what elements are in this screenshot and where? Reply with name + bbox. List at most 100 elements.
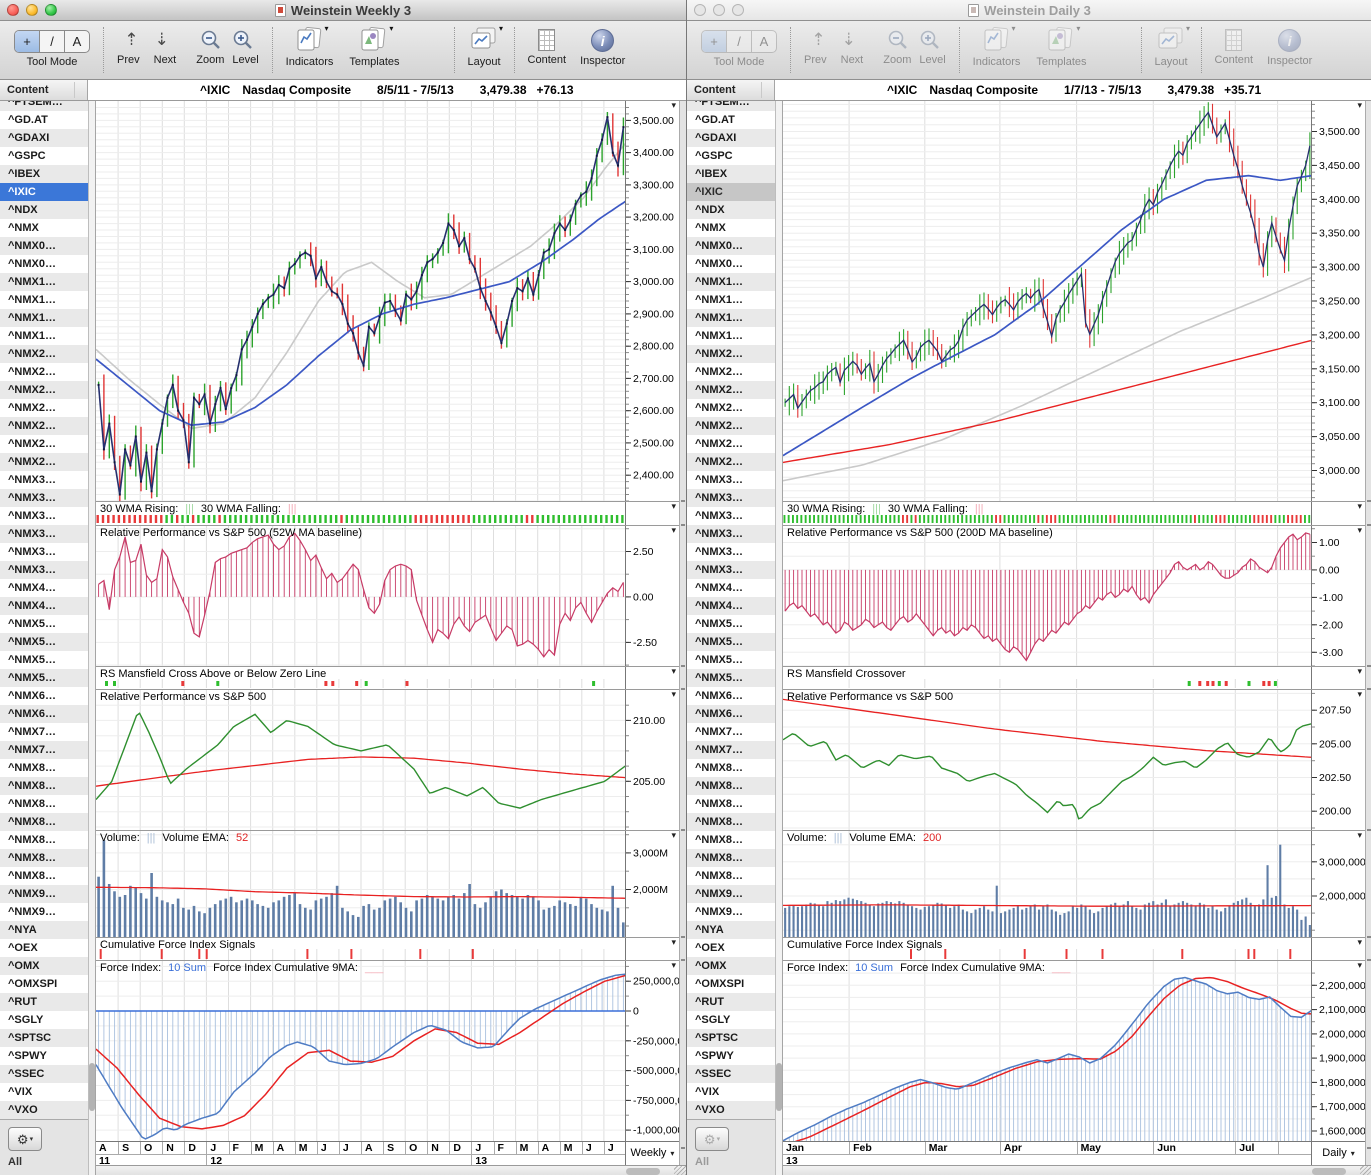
panel-divider-handle[interactable]: [681, 959, 685, 961]
sidebar-item-nmx9[interactable]: ^NMX9…: [0, 885, 88, 903]
sidebar-item-sptsc[interactable]: ^SPTSC: [687, 1029, 775, 1047]
sidebar-item-nmx8[interactable]: ^NMX8…: [0, 795, 88, 813]
sidebar-item-nmx2[interactable]: ^NMX2…: [0, 453, 88, 471]
sidebar-item-nmx9[interactable]: ^NMX9…: [687, 885, 775, 903]
sidebar-item-oex[interactable]: ^OEX: [0, 939, 88, 957]
panel-collapse-triangle[interactable]: ▾: [671, 690, 676, 700]
sidebar-item-nmx4[interactable]: ^NMX4…: [687, 579, 775, 597]
tool-text-button[interactable]: A: [751, 31, 776, 52]
close-window-button[interactable]: [694, 4, 706, 16]
sidebar-item-ixic[interactable]: ^IXIC: [0, 183, 88, 201]
sidebar-item-ndx[interactable]: ^NDX: [0, 201, 88, 219]
sidebar-header[interactable]: Content: [0, 80, 88, 100]
tool-trendline-button[interactable]: /: [726, 31, 751, 52]
sidebar-item-nmx1[interactable]: ^NMX1…: [0, 327, 88, 345]
panel-collapse-triangle[interactable]: ▾: [1357, 831, 1362, 841]
sidebar-item-gdaxi[interactable]: ^GDAXI: [0, 129, 88, 147]
sidebar-item-nmx9[interactable]: ^NMX9…: [0, 903, 88, 921]
tool-crosshair-button[interactable]: +: [702, 31, 726, 52]
horizontal-scrollbar-thumb[interactable]: [1312, 1167, 1346, 1175]
sidebar-item-nmx8[interactable]: ^NMX8…: [0, 813, 88, 831]
sidebar-item-nmx0[interactable]: ^NMX0…: [0, 255, 88, 273]
sidebar-item-nmx2[interactable]: ^NMX2…: [0, 363, 88, 381]
sidebar-item-partial[interactable]: ^FTSEM…: [687, 101, 775, 111]
panel-collapse-triangle[interactable]: ▾: [1357, 101, 1362, 111]
minimize-window-button[interactable]: [26, 4, 38, 16]
close-window-button[interactable]: [7, 4, 19, 16]
sidebar-scrollbar[interactable]: [775, 101, 783, 1175]
panel-collapse-triangle[interactable]: ▾: [671, 961, 676, 971]
inspector-button[interactable]: i Inspector: [1267, 27, 1312, 67]
sidebar-item-nmx8[interactable]: ^NMX8…: [0, 777, 88, 795]
sidebar-item-nmx3[interactable]: ^NMX3…: [687, 543, 775, 561]
sidebar-item-nmx8[interactable]: ^NMX8…: [687, 813, 775, 831]
content-button[interactable]: Content: [1215, 27, 1253, 66]
sidebar-item-nmx7[interactable]: ^NMX7…: [687, 741, 775, 759]
tool-trendline-button[interactable]: /: [39, 31, 64, 52]
sidebar-scrollbar[interactable]: [88, 101, 96, 1175]
sidebar-item-nmx2[interactable]: ^NMX2…: [0, 417, 88, 435]
sidebar-item-gdat[interactable]: ^GD.AT: [687, 111, 775, 129]
sidebar-item-nmx8[interactable]: ^NMX8…: [687, 831, 775, 849]
minimize-window-button[interactable]: [713, 4, 725, 16]
sidebar-item-oex[interactable]: ^OEX: [687, 939, 775, 957]
sidebar-item-nmx2[interactable]: ^NMX2…: [687, 345, 775, 363]
zoom-window-button[interactable]: [45, 4, 57, 16]
sidebar-item-nmx5[interactable]: ^NMX5…: [0, 669, 88, 687]
titlebar[interactable]: Weinstein Weekly 3: [0, 0, 686, 21]
panel-collapse-triangle[interactable]: ▾: [1357, 690, 1362, 700]
sidebar-item-nmx6[interactable]: ^NMX6…: [687, 687, 775, 705]
sidebar-item-nmx5[interactable]: ^NMX5…: [687, 651, 775, 669]
sidebar-item-ixic[interactable]: ^IXIC: [687, 183, 775, 201]
sidebar-item-nya[interactable]: ^NYA: [687, 921, 775, 939]
sidebar-item-nmx6[interactable]: ^NMX6…: [687, 705, 775, 723]
sidebar-item-vxo[interactable]: ^VXO: [687, 1101, 775, 1119]
panel-collapse-triangle[interactable]: ▾: [671, 101, 676, 111]
action-gear-button[interactable]: ⚙ ▾: [8, 1127, 42, 1151]
sidebar-item-nmx5[interactable]: ^NMX5…: [0, 633, 88, 651]
sidebar-item-nmx7[interactable]: ^NMX7…: [0, 741, 88, 759]
sidebar-item-gspc[interactable]: ^GSPC: [687, 147, 775, 165]
layout-button[interactable]: ▾ Layout: [1155, 24, 1191, 68]
layout-button[interactable]: ▾ Layout: [468, 24, 504, 68]
zoom-window-button[interactable]: [732, 4, 744, 16]
sidebar-item-omx[interactable]: ^OMX: [0, 957, 88, 975]
sidebar-item-gdaxi[interactable]: ^GDAXI: [687, 129, 775, 147]
panel-divider-handle[interactable]: [681, 936, 685, 938]
panel-collapse-triangle[interactable]: ▾: [671, 502, 676, 512]
zoom-out-icon[interactable]: [887, 29, 909, 51]
sidebar-item-vix[interactable]: ^VIX: [687, 1083, 775, 1101]
sidebar-item-nmx2[interactable]: ^NMX2…: [687, 381, 775, 399]
content-button[interactable]: Content: [528, 27, 566, 66]
sidebar-item-nmx8[interactable]: ^NMX8…: [687, 867, 775, 885]
sidebar-item-nmx1[interactable]: ^NMX1…: [0, 291, 88, 309]
panel-collapse-triangle[interactable]: ▾: [671, 667, 676, 677]
sidebar-item-rut[interactable]: ^RUT: [0, 993, 88, 1011]
sidebar-item-gdat[interactable]: ^GD.AT: [0, 111, 88, 129]
sidebar-item-nmx3[interactable]: ^NMX3…: [687, 471, 775, 489]
sidebar-item-nmx6[interactable]: ^NMX6…: [0, 687, 88, 705]
sidebar-item-vxo[interactable]: ^VXO: [0, 1101, 88, 1119]
sidebar-item-nmx8[interactable]: ^NMX8…: [687, 795, 775, 813]
panel-divider-handle[interactable]: [1367, 1147, 1371, 1149]
panel-divider-handle[interactable]: [1367, 959, 1371, 961]
sidebar-item-nmx2[interactable]: ^NMX2…: [0, 435, 88, 453]
sidebar-item-nmx3[interactable]: ^NMX3…: [0, 489, 88, 507]
panel-divider-handle[interactable]: [681, 500, 685, 502]
sidebar-item-nmx2[interactable]: ^NMX2…: [687, 435, 775, 453]
sidebar-header[interactable]: Content: [687, 80, 775, 100]
sidebar-item-omx[interactable]: ^OMX: [687, 957, 775, 975]
panel-divider-handle[interactable]: [681, 829, 685, 831]
sidebar-item-nmx0[interactable]: ^NMX0…: [0, 237, 88, 255]
sidebar-item-nmx1[interactable]: ^NMX1…: [0, 273, 88, 291]
panel-collapse-triangle[interactable]: ▾: [1357, 961, 1362, 971]
sidebar-item-nmx3[interactable]: ^NMX3…: [0, 561, 88, 579]
sidebar-item-nmx8[interactable]: ^NMX8…: [687, 777, 775, 795]
panel-divider-handle[interactable]: [1367, 524, 1371, 526]
sidebar-item-omxspi[interactable]: ^OMXSPI: [687, 975, 775, 993]
sidebar-item-nmx3[interactable]: ^NMX3…: [687, 507, 775, 525]
sidebar-item-nmx1[interactable]: ^NMX1…: [0, 309, 88, 327]
sidebar-item-nmx3[interactable]: ^NMX3…: [0, 471, 88, 489]
sidebar-item-sptsc[interactable]: ^SPTSC: [0, 1029, 88, 1047]
panel-collapse-triangle[interactable]: ▾: [671, 831, 676, 841]
